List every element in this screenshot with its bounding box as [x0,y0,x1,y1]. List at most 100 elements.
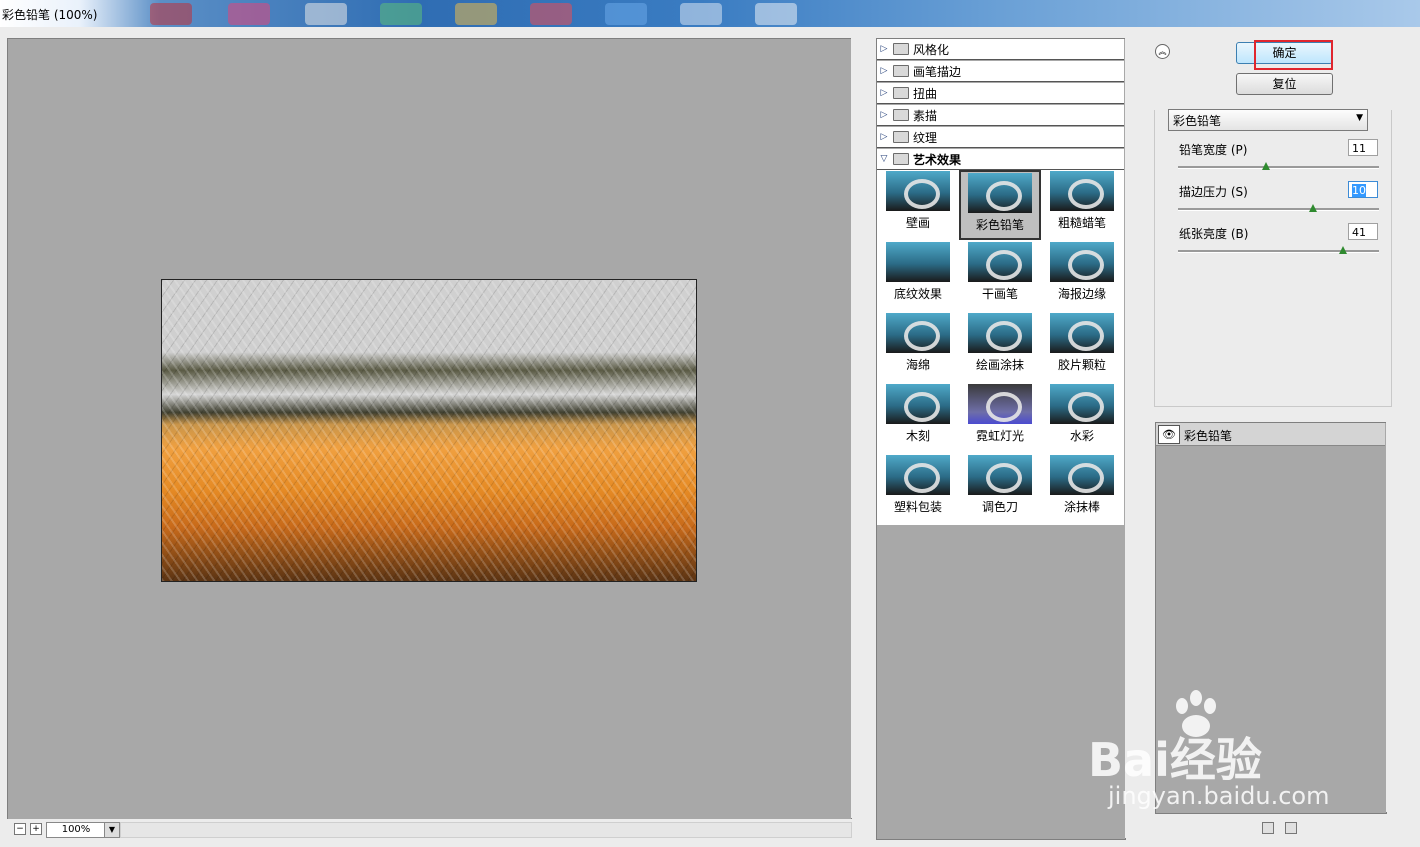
taskbar-app-icon [228,3,270,25]
filter-thumb-palette-knife[interactable]: 调色刀 [967,454,1033,524]
pencil-width-slider[interactable] [1178,166,1379,169]
filter-thumb-sponge[interactable]: 海绵 [885,312,951,382]
folder-icon [893,131,909,143]
taskbar-app-icon [305,3,347,25]
filter-thumb-plastic-wrap[interactable]: 塑料包装 [885,454,951,524]
thumb-label: 塑料包装 [893,500,942,514]
thumb-label: 胶片颗粒 [1057,358,1106,372]
category-sketch[interactable]: ▷ 素描 [877,105,1124,126]
category-texture[interactable]: ▷ 纹理 [877,127,1124,148]
filter-thumb-film-grain[interactable]: 胶片颗粒 [1049,312,1115,382]
filter-thumb-rough-pastels[interactable]: 粗糙蜡笔 [1049,170,1115,240]
filter-thumb-underpainting[interactable]: 底纹效果 [885,241,951,311]
filter-thumbnail-grid: 壁画 彩色铅笔 粗糙蜡笔 底纹效果 干画笔 海报边缘 海绵 绘画涂抹 胶片颗粒 … [877,170,1124,525]
filter-thumb-smudge-stick[interactable]: 涂抹棒 [1049,454,1115,524]
category-stylize[interactable]: ▷ 风格化 [877,39,1124,60]
thumb-label: 粗糙蜡笔 [1057,216,1106,230]
thumbnail-image [968,173,1032,213]
category-label: 扭曲 [913,86,938,101]
filter-thumb-cutout[interactable]: 木刻 [885,383,951,453]
thumbnail-image [1050,242,1114,282]
filter-thumb-fresco[interactable]: 壁画 [885,170,951,240]
taskbar-app-icon [680,3,722,25]
thumb-label: 木刻 [905,429,930,443]
taskbar-app-icon [605,3,647,25]
thumbnail-image [1050,384,1114,424]
thumbnail-image [968,384,1032,424]
effect-layer-label: 彩色铅笔 [1184,429,1233,443]
baidu-watermark: Bai经验 jingyan.baidu.com [1088,690,1348,810]
folder-icon [893,153,909,165]
effect-layer-row[interactable]: 👁 彩色铅笔 [1156,423,1385,446]
expand-triangle-icon: ▷ [880,44,888,54]
stroke-pressure-slider[interactable] [1178,208,1379,211]
filter-thumb-neon-glow[interactable]: 霓虹灯光 [967,383,1033,453]
zoom-out-button[interactable]: − [14,823,26,835]
thumbnail-image [968,242,1032,282]
watermark-brand: Bai经验 [1088,733,1262,787]
taskbar-app-icon [150,3,192,25]
paper-brightness-slider[interactable] [1178,250,1379,253]
category-label: 艺术效果 [913,152,962,167]
thumb-label: 霓虹灯光 [975,429,1024,443]
zoom-level-field[interactable]: 100% [46,822,106,838]
thumb-label: 壁画 [905,216,930,230]
paper-brightness-label: 纸张亮度 (B) [1179,227,1249,241]
layers-scrollbar[interactable] [1386,422,1400,812]
filter-thumb-colored-pencil[interactable]: 彩色铅笔 [959,170,1041,240]
filtered-image-preview [161,279,697,582]
thumb-label: 海绵 [905,358,930,372]
paper-brightness-input[interactable]: 41 [1348,223,1378,240]
pencil-width-slider-thumb[interactable] [1262,162,1271,170]
preview-vertical-scrollbar[interactable] [851,38,865,818]
category-artistic[interactable]: ▽ 艺术效果 [877,149,1124,170]
taskbar-app-icon [455,3,497,25]
folder-icon [893,43,909,55]
thumb-label: 干画笔 [981,287,1018,301]
eye-icon[interactable]: 👁 [1158,425,1180,444]
thumbnail-image [886,242,950,282]
category-brush-strokes[interactable]: ▷ 画笔描边 [877,61,1124,82]
paper-brightness-slider-thumb[interactable] [1338,246,1347,254]
zoom-in-button[interactable]: + [30,823,42,835]
collapse-panel-icon[interactable]: ︽ [1155,44,1170,59]
pencil-width-input[interactable]: 11 [1348,139,1378,156]
window-title: 彩色铅笔 (100%) [2,8,98,22]
stroke-pressure-input[interactable]: 10 [1348,181,1378,198]
thumbnail-image [1050,171,1114,211]
thumbnail-image [886,455,950,495]
thumb-label: 涂抹棒 [1063,500,1100,514]
title-bar: 彩色铅笔 (100%) [0,0,1420,27]
filter-thumb-dry-brush[interactable]: 干画笔 [967,241,1033,311]
preview-horizontal-scrollbar[interactable] [120,822,852,838]
new-effect-layer-icon[interactable] [1262,822,1274,834]
expand-triangle-icon: ▷ [880,132,888,142]
thumbnail-image [886,313,950,353]
thumbnail-image [968,455,1032,495]
filter-thumb-paint-daubs[interactable]: 绘画涂抹 [967,312,1033,382]
folder-icon [893,109,909,121]
thumbnail-image [968,313,1032,353]
expand-triangle-icon: ▷ [880,66,888,76]
thumbnail-image [886,171,950,211]
zoom-dropdown-icon[interactable]: ▼ [104,822,120,838]
stroke-pressure-slider-thumb[interactable] [1308,204,1317,212]
filter-thumb-watercolor[interactable]: 水彩 [1049,383,1115,453]
collapse-triangle-icon: ▽ [880,154,888,164]
chevron-down-icon: ▼ [1356,113,1363,123]
thumb-label: 水彩 [1069,429,1094,443]
watermark-url: jingyan.baidu.com [1108,782,1330,810]
reset-button[interactable]: 复位 [1236,73,1333,95]
category-label: 素描 [913,108,938,123]
thumb-label: 底纹效果 [893,287,942,301]
filter-thumb-poster-edges[interactable]: 海报边缘 [1049,241,1115,311]
filter-select[interactable]: 彩色铅笔 ▼ [1168,109,1368,131]
delete-effect-layer-icon[interactable] [1285,822,1297,834]
category-label: 纹理 [913,130,938,145]
filter-select-value: 彩色铅笔 [1173,114,1222,128]
pencil-width-label: 铅笔宽度 (P) [1179,143,1248,157]
category-label: 画笔描边 [913,64,962,79]
category-distort[interactable]: ▷ 扭曲 [877,83,1124,104]
stroke-pressure-value: 10 [1352,184,1366,197]
thumb-label: 调色刀 [981,500,1018,514]
